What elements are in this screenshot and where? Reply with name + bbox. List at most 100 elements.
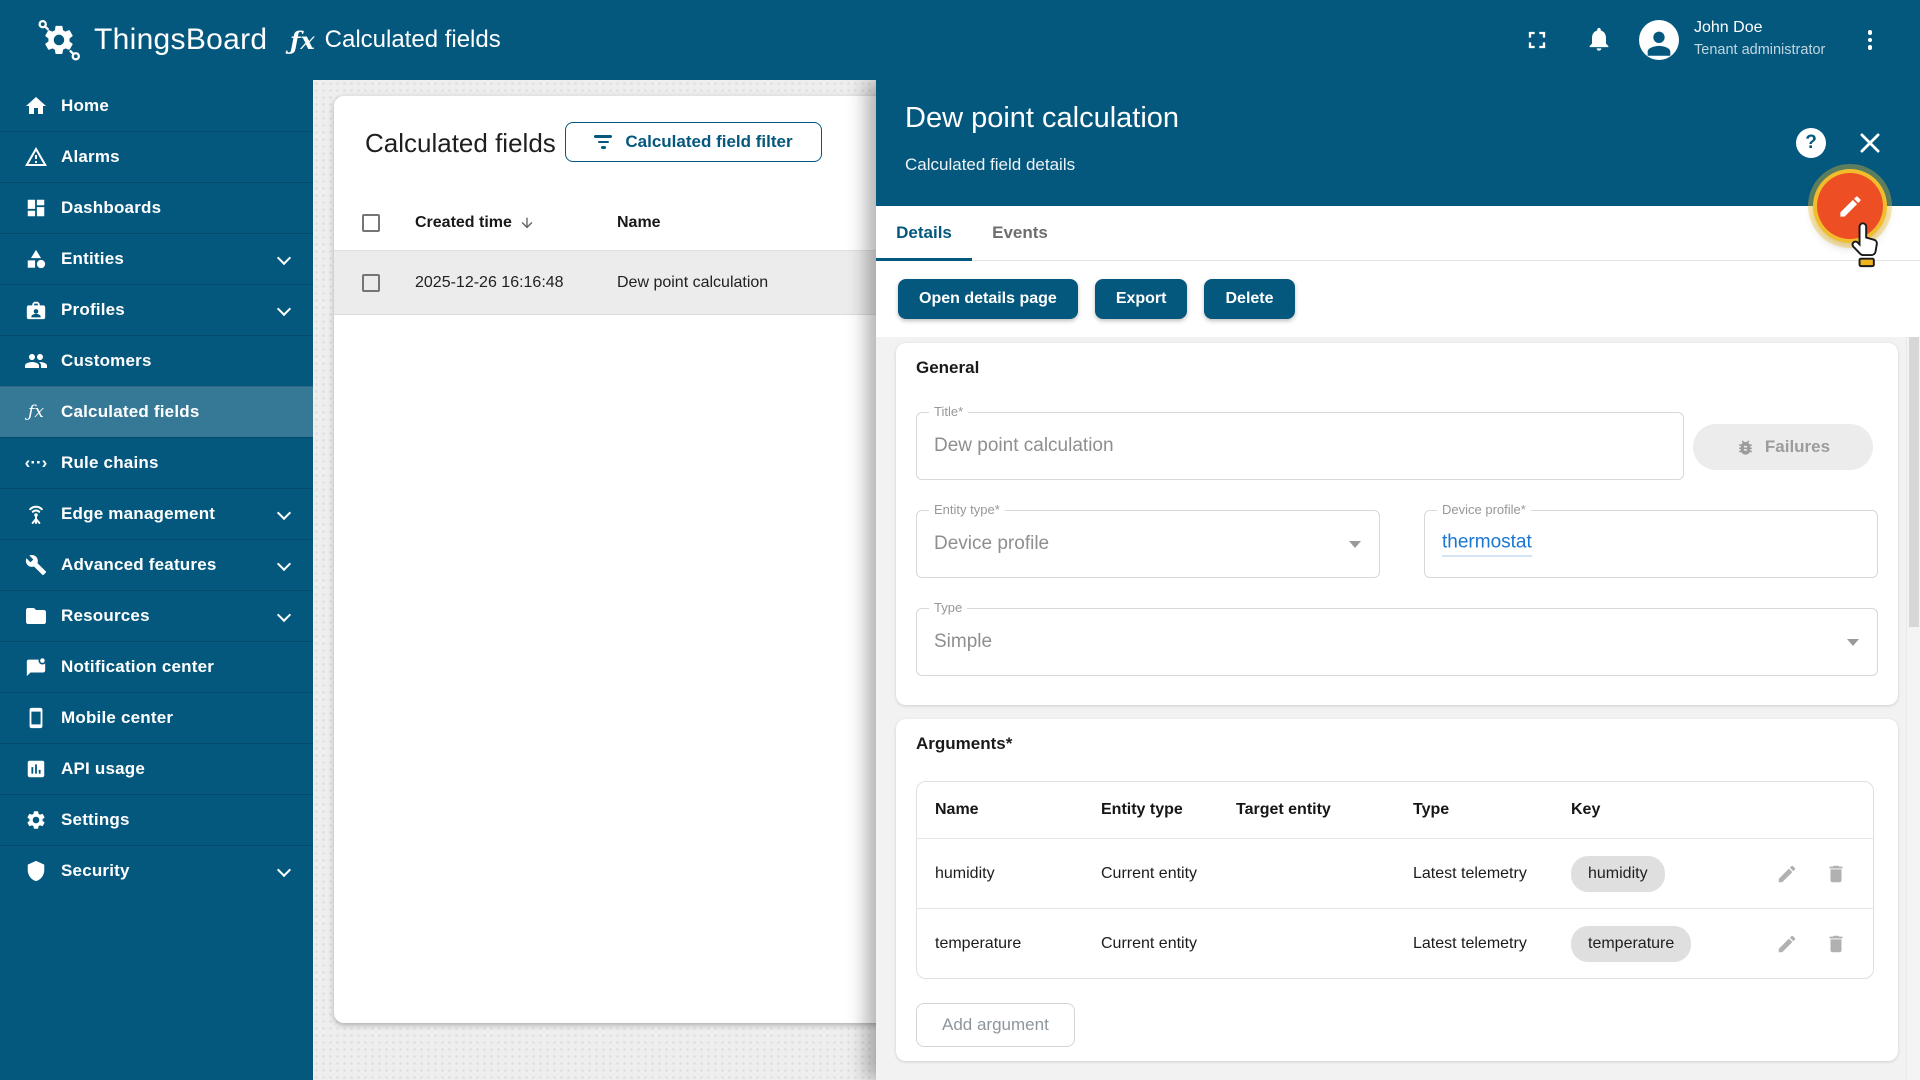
page-title-label: Calculated fields xyxy=(324,26,501,53)
col-key: Key xyxy=(1571,801,1601,818)
sidebar-item-notification-center[interactable]: Notification center xyxy=(0,641,313,692)
tab-events[interactable]: Events xyxy=(972,206,1068,260)
close-icon[interactable] xyxy=(1855,128,1885,158)
pencil-icon xyxy=(1839,195,1861,217)
sidebar-item-resources[interactable]: Resources xyxy=(0,590,313,641)
type-label: Type xyxy=(929,600,968,615)
type-value: Simple xyxy=(934,631,993,652)
sidebar-item-profiles[interactable]: Profiles xyxy=(0,284,313,335)
details-drawer: Dew point calculation Calculated field d… xyxy=(876,80,1920,1080)
user-info[interactable]: John Doe Tenant administrator xyxy=(1694,20,1825,58)
more-menu-icon[interactable] xyxy=(1862,26,1878,54)
sidebar-item-security[interactable]: Security xyxy=(0,845,313,896)
customers-people-icon xyxy=(24,349,48,373)
type-select[interactable]: Type Simple xyxy=(916,600,1878,676)
chevron-down-icon xyxy=(277,303,291,317)
edge-antenna-icon xyxy=(24,502,48,526)
arguments-head-row: Name Entity type Target entity Type Key xyxy=(917,782,1873,838)
sidebar-item-alarms[interactable]: Alarms xyxy=(0,131,313,182)
security-shield-icon xyxy=(24,859,48,883)
chevron-down-icon xyxy=(277,558,291,572)
fx-icon: ƒx xyxy=(28,402,44,422)
sidebar-item-api-usage[interactable]: API usage xyxy=(0,743,313,794)
arg-name: temperature xyxy=(935,934,1022,952)
drawer-body: General Title* Dew point calculation Fai… xyxy=(876,337,1920,1080)
edit-pencil-icon[interactable] xyxy=(1776,863,1798,885)
fullscreen-icon[interactable] xyxy=(1523,26,1551,54)
sidebar-item-calculated-fields[interactable]: ƒx Calculated fields xyxy=(0,386,313,437)
arg-name: humidity xyxy=(935,864,995,882)
thingsboard-logo[interactable]: ThingsBoard xyxy=(36,0,267,80)
open-details-page-button[interactable]: Open details page xyxy=(898,279,1078,319)
drawer-tabs: Details Events xyxy=(876,206,1920,261)
argument-row: humidity Current entity Latest telemetry… xyxy=(917,838,1873,908)
general-section: General Title* Dew point calculation Fai… xyxy=(896,343,1898,705)
device-profile-link[interactable]: thermostat xyxy=(1442,532,1532,557)
chevron-down-icon xyxy=(277,252,291,266)
notifications-bell-icon[interactable] xyxy=(1585,25,1613,53)
dashboards-icon xyxy=(24,196,48,220)
home-icon xyxy=(24,94,48,118)
sidebar-item-home[interactable]: Home xyxy=(0,80,313,131)
tab-details[interactable]: Details xyxy=(876,206,972,261)
advanced-features-tools-icon xyxy=(24,553,48,577)
col-entity-type: Entity type xyxy=(1101,801,1183,818)
delete-trash-icon[interactable] xyxy=(1825,933,1847,955)
edit-pencil-icon[interactable] xyxy=(1776,933,1798,955)
sidebar-item-edge-management[interactable]: Edge management xyxy=(0,488,313,539)
top-bar: ThingsBoard ƒx Calculated fields John Do… xyxy=(0,0,1920,80)
key-chip: temperature xyxy=(1571,925,1692,962)
user-name: John Doe xyxy=(1694,19,1763,36)
brand-name: ThingsBoard xyxy=(94,23,268,56)
sidebar-item-settings[interactable]: Settings xyxy=(0,794,313,845)
entity-type-value: Device profile xyxy=(934,533,1050,554)
select-all-checkbox[interactable] xyxy=(362,214,380,232)
export-button[interactable]: Export xyxy=(1094,279,1188,319)
device-profile-label: Device profile* xyxy=(1437,502,1531,517)
dropdown-caret-icon xyxy=(1349,541,1361,548)
scrollbar-thumb[interactable] xyxy=(1908,337,1919,627)
device-profile-field[interactable]: Device profile* thermostat xyxy=(1424,502,1878,578)
general-heading: General xyxy=(916,358,980,377)
dropdown-caret-icon xyxy=(1847,639,1859,646)
sidebar-item-dashboards[interactable]: Dashboards xyxy=(0,182,313,233)
chevron-down-icon xyxy=(277,609,291,623)
profiles-badge-icon xyxy=(24,298,48,322)
user-avatar[interactable] xyxy=(1639,20,1679,60)
gear-logo-icon xyxy=(36,17,82,63)
edit-fab-button[interactable] xyxy=(1817,173,1883,239)
fx-icon: ƒx xyxy=(290,25,315,55)
sidebar-item-advanced-features[interactable]: Advanced features xyxy=(0,539,313,590)
add-argument-button[interactable]: Add argument xyxy=(916,1003,1075,1047)
bug-icon xyxy=(1739,439,1752,455)
drawer-toolbar: Open details page Export Delete xyxy=(876,261,1920,337)
chevron-down-icon xyxy=(277,507,291,521)
sidebar-item-entities[interactable]: Entities xyxy=(0,233,313,284)
sidebar-item-rule-chains[interactable]: ‹··› Rule chains xyxy=(0,437,313,488)
argument-row: temperature Current entity Latest teleme… xyxy=(917,908,1873,978)
row-checkbox[interactable] xyxy=(362,273,380,292)
entity-type-label: Entity type* xyxy=(929,502,1005,517)
sidebar-item-mobile-center[interactable]: Mobile center xyxy=(0,692,313,743)
filter-icon xyxy=(594,135,613,149)
delete-button[interactable]: Delete xyxy=(1204,279,1295,319)
title-field[interactable]: Title* Dew point calculation xyxy=(916,404,1684,480)
table-title: Calculated fields xyxy=(365,128,556,158)
sort-desc-arrow-icon xyxy=(521,217,533,229)
settings-gear-icon xyxy=(24,808,48,832)
column-name[interactable]: Name xyxy=(617,214,661,232)
title-field-label: Title* xyxy=(929,404,969,419)
mobile-phone-icon xyxy=(24,706,48,730)
column-created-time[interactable]: Created time xyxy=(415,214,535,232)
delete-trash-icon[interactable] xyxy=(1825,863,1847,885)
failures-button[interactable]: Failures xyxy=(1693,424,1873,470)
rule-chains-icon: ‹··› xyxy=(24,453,48,472)
drawer-title: Dew point calculation xyxy=(905,102,1180,134)
calculated-field-filter-button[interactable]: Calculated field filter xyxy=(565,122,822,162)
help-icon[interactable]: ? xyxy=(1796,128,1826,158)
panel-scrollbar[interactable] xyxy=(1906,337,1920,1080)
cell-created-time: 2025-12-26 16:16:48 xyxy=(415,273,564,291)
entity-type-select[interactable]: Entity type* Device profile xyxy=(916,502,1380,578)
arg-entity-type: Current entity xyxy=(1101,864,1198,882)
sidebar-item-customers[interactable]: Customers xyxy=(0,335,313,386)
